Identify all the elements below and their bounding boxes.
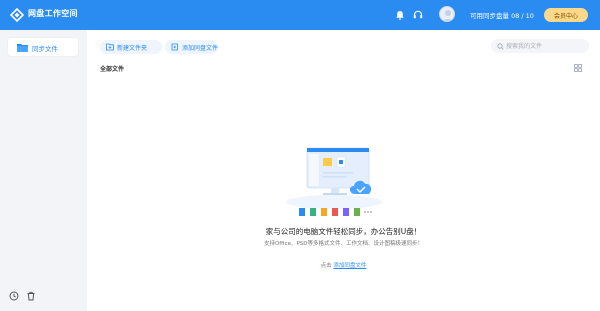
new-folder-button[interactable]: 新建文件夹 [100, 40, 162, 54]
sidebar: 同步文件 [0, 30, 87, 311]
bell-icon[interactable] [394, 9, 406, 21]
new-folder-label: 新建文件夹 [117, 44, 148, 52]
add-synced-file-link[interactable]: 添加同盘文件 [333, 263, 366, 269]
clock-icon[interactable] [9, 291, 19, 301]
sync-quota: 可用同步盘量 08 / 10 [470, 12, 534, 20]
sidebar-item-sync-files[interactable]: 同步文件 [8, 38, 78, 56]
avatar-image [443, 10, 453, 21]
search-input[interactable] [491, 39, 589, 53]
folder-icon [17, 44, 28, 52]
empty-state-title: 家与公司的电脑文件轻松同步，办公告别U盘！ [265, 227, 422, 236]
add-synced-file-button[interactable]: 添加同盘文件 [165, 40, 218, 54]
sidebar-item-label: 同步文件 [32, 45, 58, 53]
headset-icon[interactable] [412, 9, 424, 21]
add-file-icon [171, 43, 178, 51]
main-panel: 新建文件夹 添加同盘文件 全部文件 [87, 30, 600, 311]
empty-state-hint: 点击 添加同盘文件 [87, 261, 600, 269]
logo-icon [10, 8, 24, 22]
search-icon [497, 43, 504, 50]
app-title: 网盘工作空间 [28, 9, 78, 18]
add-synced-file-label: 添加同盘文件 [182, 44, 219, 52]
top-bar: 网盘工作空间 可用同步盘量 08 / 10 会员中心 [0, 0, 600, 30]
empty-state-subtitle: 支持Office、PSD等多格式文件、工作文档、设计图稿极速同步！ [263, 241, 424, 247]
trash-icon[interactable] [26, 291, 36, 301]
hint-prefix: 点击 [320, 263, 332, 269]
empty-state-illustration [286, 147, 382, 216]
member-center-button[interactable]: 会员中心 [544, 8, 588, 22]
grid-view-icon[interactable] [574, 64, 582, 72]
avatar[interactable] [439, 6, 455, 22]
breadcrumb: 全部文件 [100, 66, 125, 73]
new-folder-icon [106, 43, 114, 51]
